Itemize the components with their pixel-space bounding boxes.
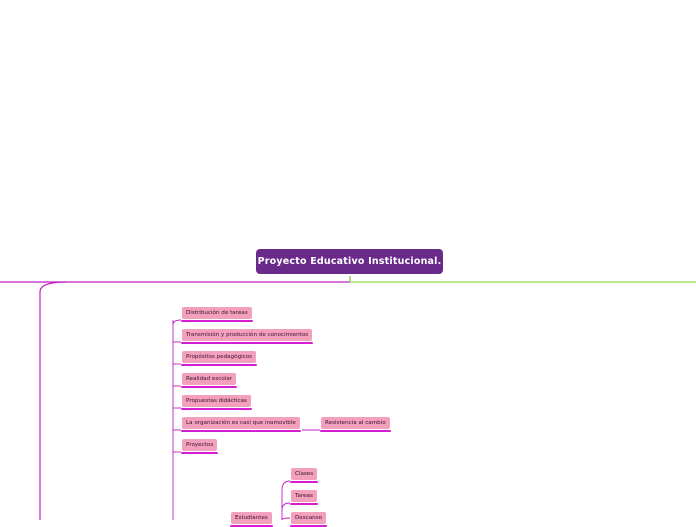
node-label: La organización es casi que inamovible <box>186 420 296 426</box>
left-branch-line <box>0 276 351 283</box>
node-label: Distribución de tareas <box>186 310 248 316</box>
estudiantes-trunk-line <box>281 480 291 520</box>
node-proyectos[interactable]: Proyectos <box>180 439 219 454</box>
root-title: Proyecto Educativo Institucional. <box>257 256 442 267</box>
estudiantes-link-tareas <box>281 502 291 511</box>
node-clases[interactable]: Clases <box>289 468 319 483</box>
node-label: Transmisión y producción de conocimiento… <box>186 332 309 338</box>
node-label: Descanso <box>295 515 323 521</box>
node-label: Estudiantes <box>235 515 268 521</box>
topic-link-1 <box>172 319 182 326</box>
node-estudiantes[interactable]: Estudiantes <box>230 512 273 527</box>
node-label: Tareas <box>295 493 313 499</box>
node-label: Proyectos <box>186 442 214 448</box>
node-realidad-escolar[interactable]: Realidad escolar <box>180 373 238 388</box>
node-label: Clases <box>295 471 314 477</box>
node-label: Realidad escolar <box>186 376 233 382</box>
node-label: Propósitos pedagógicos <box>186 354 253 360</box>
node-label: Resistencia al cambio <box>325 420 386 426</box>
node-propositos-pedagogicos[interactable]: Propósitos pedagógicos <box>180 351 258 366</box>
root-node[interactable]: Proyecto Educativo Institucional. <box>256 249 443 274</box>
node-distribucion-tareas[interactable]: Distribución de tareas <box>181 307 253 322</box>
node-propuestas-didacticas[interactable]: Propuestas didácticas <box>181 395 252 410</box>
node-descanso[interactable]: Descanso <box>289 512 328 527</box>
node-tareas[interactable]: Tareas <box>290 490 318 505</box>
node-label: Propuestas didácticas <box>186 398 247 404</box>
right-branch-line <box>349 276 696 283</box>
node-resistencia-cambio[interactable]: Resistencia al cambio <box>320 417 391 432</box>
node-transmision-conocimientos[interactable]: Transmisión y producción de conocimiento… <box>180 329 314 344</box>
main-trunk-line <box>39 281 67 520</box>
node-organizacion-inamovible[interactable]: La organización es casi que inamovible <box>181 417 301 432</box>
